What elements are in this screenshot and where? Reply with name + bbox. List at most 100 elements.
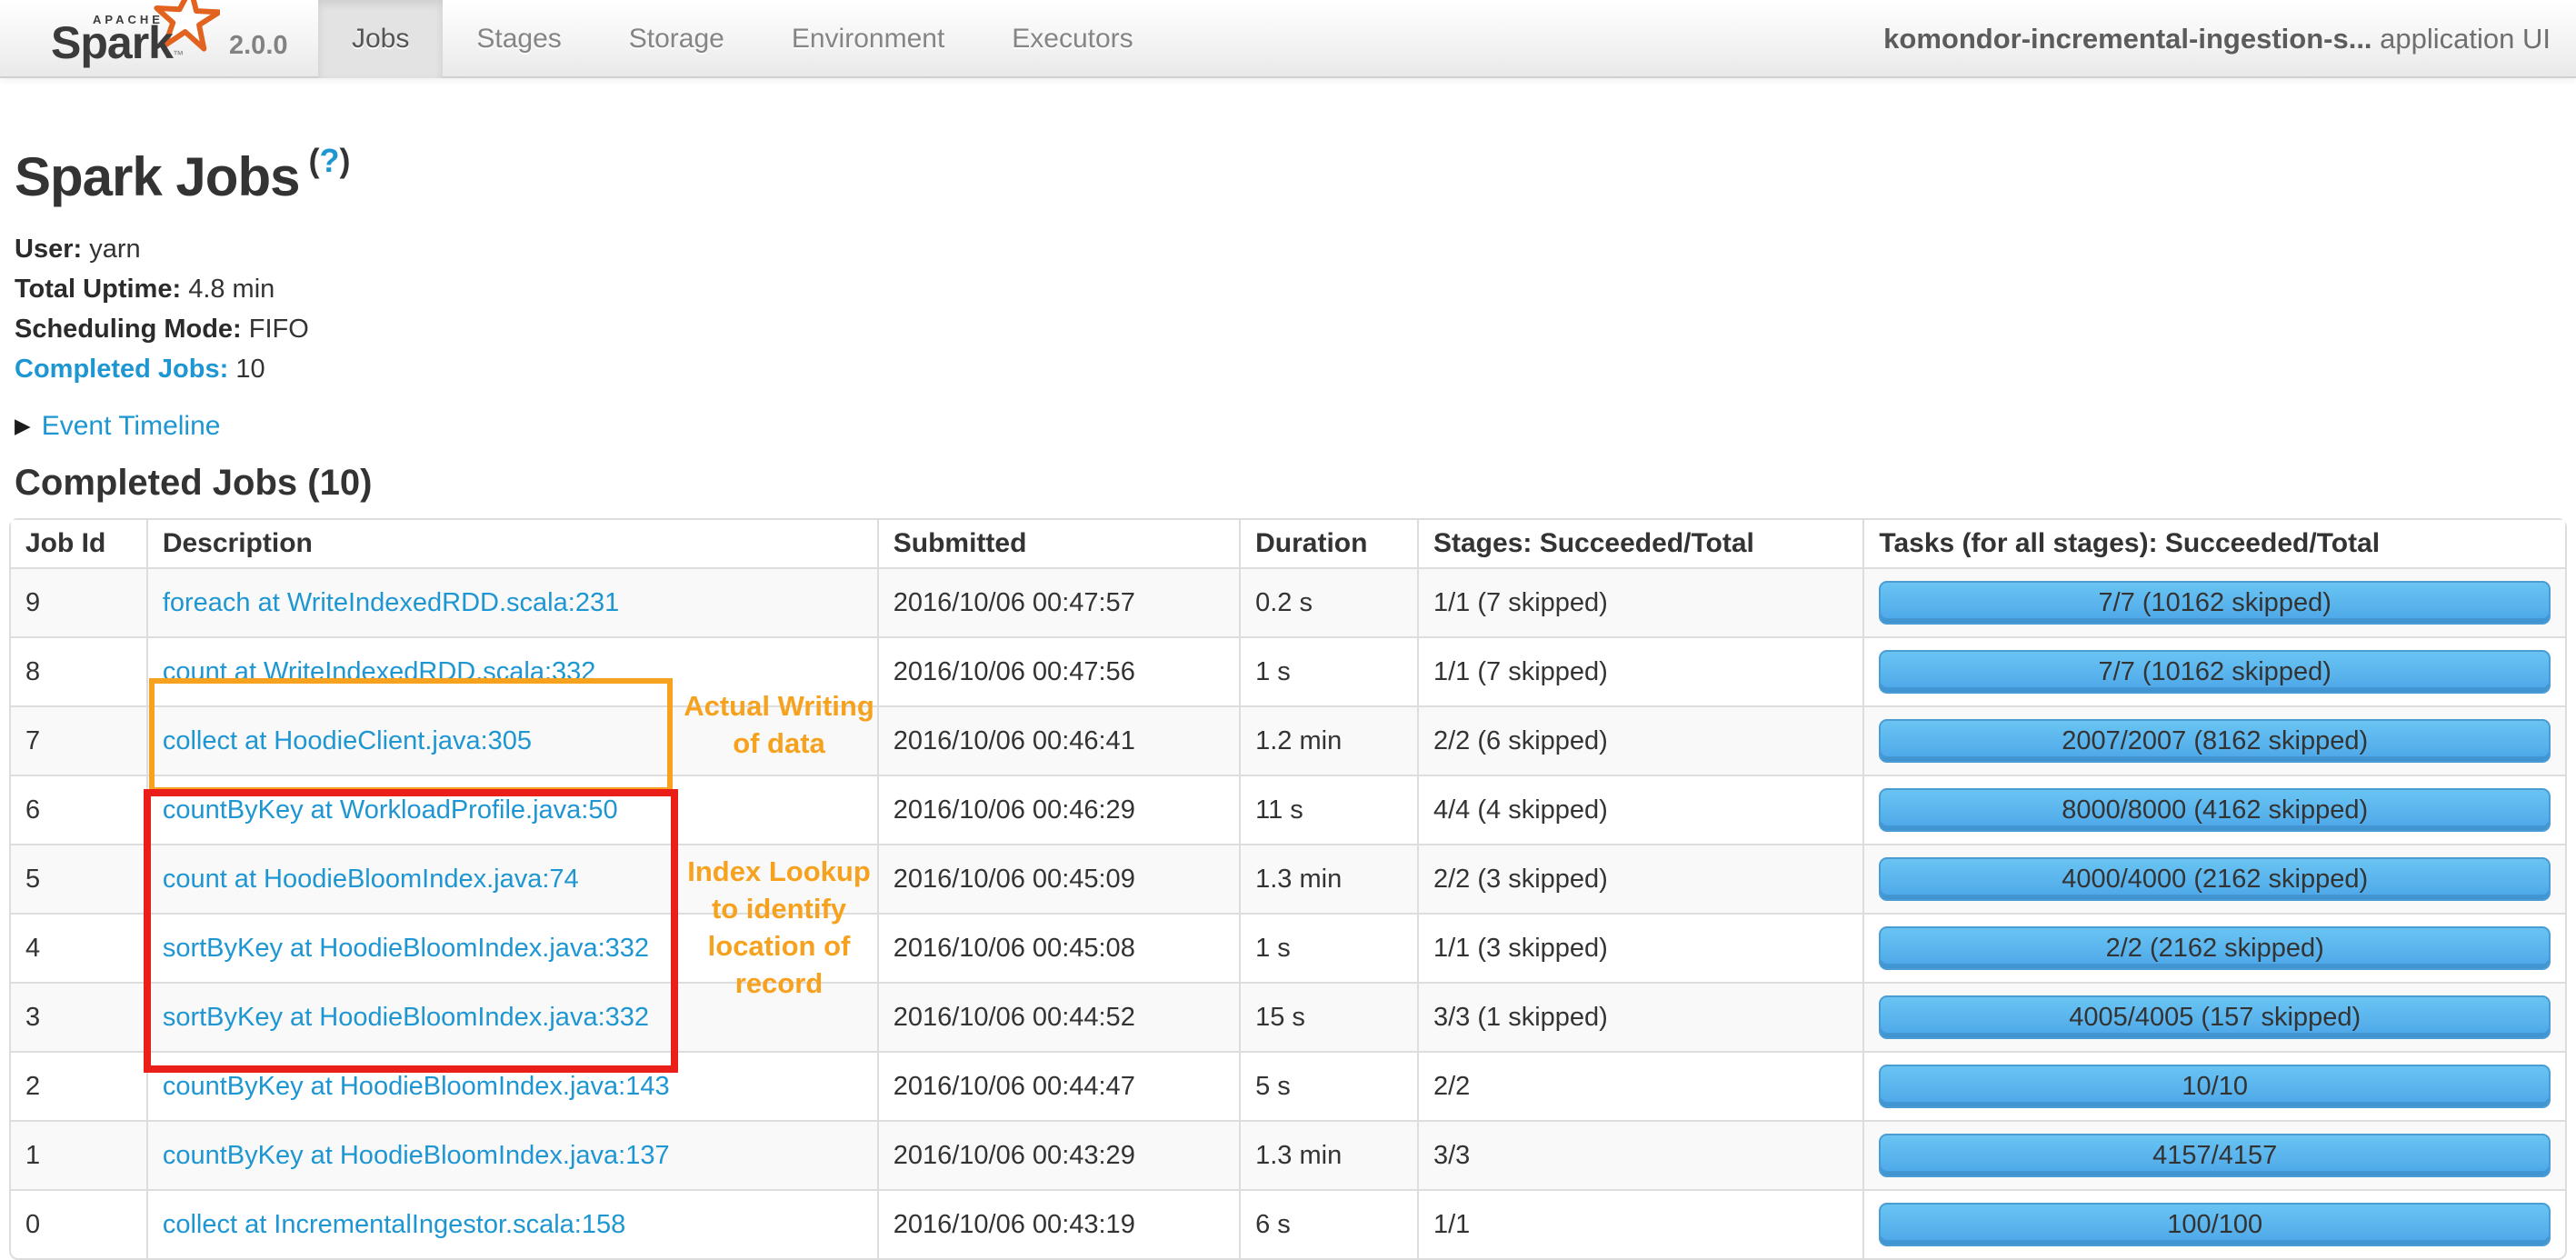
- job-tasks-cell: 4005/4005 (157 skipped): [1862, 982, 2565, 1052]
- help-paren-close: ): [339, 142, 351, 179]
- tasks-progress-bar: 2/2 (2162 skipped): [1879, 926, 2551, 970]
- job-stages-cell: 3/3 (1 skipped): [1416, 982, 1864, 1052]
- job-description-link[interactable]: countByKey at WorkloadProfile.java:50: [163, 795, 618, 825]
- completed-jobs-link[interactable]: Completed Jobs:: [15, 355, 228, 384]
- summary-uptime: Total Uptime: 4.8 min: [15, 275, 275, 304]
- job-stages-cell: 2/2: [1416, 1051, 1864, 1121]
- job-id-cell: 2: [11, 1051, 147, 1121]
- job-submitted-cell: 2016/10/06 00:45:08: [876, 913, 1241, 983]
- job-table-row: 3 sortByKey at HoodieBloomIndex.java:332…: [11, 982, 2565, 1052]
- job-description-cell: collect at HoodieClient.java:305: [145, 705, 878, 775]
- header-tasks: Tasks (for all stages): Succeeded/Total: [1862, 520, 2565, 569]
- job-description-link[interactable]: collect at HoodieClient.java:305: [163, 726, 532, 755]
- job-submitted-cell: 2016/10/06 00:44:52: [876, 982, 1241, 1052]
- job-id-cell: 7: [11, 705, 147, 775]
- job-table-row: 1 countByKey at HoodieBloomIndex.java:13…: [11, 1120, 2565, 1190]
- header-description: Description: [145, 520, 878, 569]
- job-tasks-cell: 8000/8000 (4162 skipped): [1862, 775, 2565, 845]
- job-id-cell: 6: [11, 775, 147, 845]
- job-id-cell: 0: [11, 1189, 147, 1258]
- tab-storage[interactable]: Storage: [595, 0, 758, 78]
- job-table-row: 7 collect at HoodieClient.java:305 2016/…: [11, 705, 2565, 775]
- job-tasks-cell: 10/10: [1862, 1051, 2565, 1121]
- tasks-progress-bar: 2007/2007 (8162 skipped): [1879, 719, 2551, 763]
- job-tasks-cell: 2/2 (2162 skipped): [1862, 913, 2565, 983]
- job-stages-cell: 2/2 (3 skipped): [1416, 844, 1864, 914]
- event-timeline-link[interactable]: Event Timeline: [42, 411, 221, 441]
- job-description-link[interactable]: count at WriteIndexedRDD.scala:332: [163, 657, 596, 686]
- job-description-cell: count at HoodieBloomIndex.java:74: [145, 844, 878, 914]
- job-description-cell: sortByKey at HoodieBloomIndex.java:332: [145, 982, 878, 1052]
- job-summary-list: User: yarn Total Uptime: 4.8 min Schedul…: [15, 229, 2561, 389]
- job-table-row: 2 countByKey at HoodieBloomIndex.java:14…: [11, 1051, 2565, 1121]
- job-table-row: 9 foreach at WriteIndexedRDD.scala:231 2…: [11, 568, 2565, 637]
- job-tasks-cell: 4157/4157: [1862, 1120, 2565, 1190]
- job-description-link[interactable]: sortByKey at HoodieBloomIndex.java:332: [163, 1003, 649, 1032]
- job-description-link[interactable]: count at HoodieBloomIndex.java:74: [163, 865, 579, 894]
- job-table-row: 0 collect at IncrementalIngestor.scala:1…: [11, 1189, 2565, 1258]
- tasks-progress-bar: 7/7 (10162 skipped): [1879, 581, 2551, 625]
- top-navbar: APACHE Spark™ 2.0.0 Jobs Stages Storage …: [0, 0, 2576, 78]
- summary-completed-jobs: Completed Jobs: 10: [15, 355, 265, 384]
- job-id-cell: 5: [11, 844, 147, 914]
- job-description-link[interactable]: countByKey at HoodieBloomIndex.java:143: [163, 1072, 670, 1101]
- completed-jobs-table-wrap: Job Id Description Submitted Duration St…: [9, 518, 2567, 1260]
- job-duration-cell: 15 s: [1239, 982, 1418, 1052]
- tasks-progress-bar: 7/7 (10162 skipped): [1879, 650, 2551, 694]
- job-stages-cell: 3/3: [1416, 1120, 1864, 1190]
- job-stages-cell: 1/1 (3 skipped): [1416, 913, 1864, 983]
- main-content: Spark Jobs (?) User: yarn Total Uptime: 4…: [0, 129, 2576, 1260]
- job-description-link[interactable]: collect at IncrementalIngestor.scala:158: [163, 1210, 625, 1239]
- job-table-row: 4 sortByKey at HoodieBloomIndex.java:332…: [11, 913, 2565, 983]
- job-description-cell: count at WriteIndexedRDD.scala:332: [145, 636, 878, 706]
- completed-jobs-heading: Completed Jobs (10): [15, 463, 373, 503]
- tab-stages[interactable]: Stages: [443, 0, 594, 78]
- job-submitted-cell: 2016/10/06 00:43:19: [876, 1189, 1241, 1258]
- tab-executors[interactable]: Executors: [978, 0, 1166, 78]
- nav-tabs: Jobs Stages Storage Environment Executor…: [318, 0, 1167, 78]
- tasks-progress-bar: 10/10: [1879, 1065, 2551, 1108]
- tasks-progress-bar: 8000/8000 (4162 skipped): [1879, 788, 2551, 832]
- job-description-link[interactable]: sortByKey at HoodieBloomIndex.java:332: [163, 934, 649, 963]
- summary-scheduling-mode: Scheduling Mode: FIFO: [15, 315, 309, 344]
- tab-jobs[interactable]: Jobs: [318, 0, 444, 78]
- application-name: komondor-incremental-ingestion-s...: [1883, 23, 2372, 55]
- event-timeline-toggle[interactable]: ▶ Event Timeline: [15, 411, 2561, 444]
- application-title: komondor-incremental-ingestion-s... appl…: [1883, 0, 2551, 78]
- job-duration-cell: 6 s: [1239, 1189, 1418, 1258]
- header-job-id: Job Id: [11, 520, 147, 569]
- tab-environment[interactable]: Environment: [758, 0, 978, 78]
- job-table-row: 6 countByKey at WorkloadProfile.java:50 …: [11, 775, 2565, 845]
- job-duration-cell: 5 s: [1239, 1051, 1418, 1121]
- job-description-cell: foreach at WriteIndexedRDD.scala:231: [145, 568, 878, 637]
- job-description-link[interactable]: countByKey at HoodieBloomIndex.java:137: [163, 1141, 670, 1170]
- help-link[interactable]: (?): [299, 142, 350, 207]
- caret-right-icon: ▶: [15, 414, 31, 437]
- job-stages-cell: 2/2 (6 skipped): [1416, 705, 1864, 775]
- job-description-link[interactable]: foreach at WriteIndexedRDD.scala:231: [163, 588, 619, 617]
- job-description-cell: countByKey at WorkloadProfile.java:50: [145, 775, 878, 845]
- completed-jobs-table: Job Id Description Submitted Duration St…: [11, 520, 2565, 1258]
- job-tasks-cell: 2007/2007 (8162 skipped): [1862, 705, 2565, 775]
- job-tasks-cell: 7/7 (10162 skipped): [1862, 568, 2565, 637]
- job-description-cell: sortByKey at HoodieBloomIndex.java:332: [145, 913, 878, 983]
- help-icon: ?: [319, 142, 340, 179]
- job-duration-cell: 11 s: [1239, 775, 1418, 845]
- job-submitted-cell: 2016/10/06 00:47:56: [876, 636, 1241, 706]
- job-submitted-cell: 2016/10/06 00:46:41: [876, 705, 1241, 775]
- header-duration: Duration: [1239, 520, 1418, 569]
- job-submitted-cell: 2016/10/06 00:46:29: [876, 775, 1241, 845]
- job-submitted-cell: 2016/10/06 00:43:29: [876, 1120, 1241, 1190]
- trademark-symbol: ™: [172, 48, 184, 61]
- job-description-cell: countByKey at HoodieBloomIndex.java:143: [145, 1051, 878, 1121]
- spark-version: 2.0.0: [229, 31, 288, 60]
- job-stages-cell: 4/4 (4 skipped): [1416, 775, 1864, 845]
- page-title: Spark Jobs (?): [15, 142, 351, 207]
- job-stages-cell: 1/1: [1416, 1189, 1864, 1258]
- job-duration-cell: 0.2 s: [1239, 568, 1418, 637]
- header-submitted: Submitted: [876, 520, 1241, 569]
- job-tasks-cell: 100/100: [1862, 1189, 2565, 1258]
- job-id-cell: 1: [11, 1120, 147, 1190]
- tasks-progress-bar: 4000/4000 (2162 skipped): [1879, 857, 2551, 901]
- summary-user: User: yarn: [15, 235, 141, 264]
